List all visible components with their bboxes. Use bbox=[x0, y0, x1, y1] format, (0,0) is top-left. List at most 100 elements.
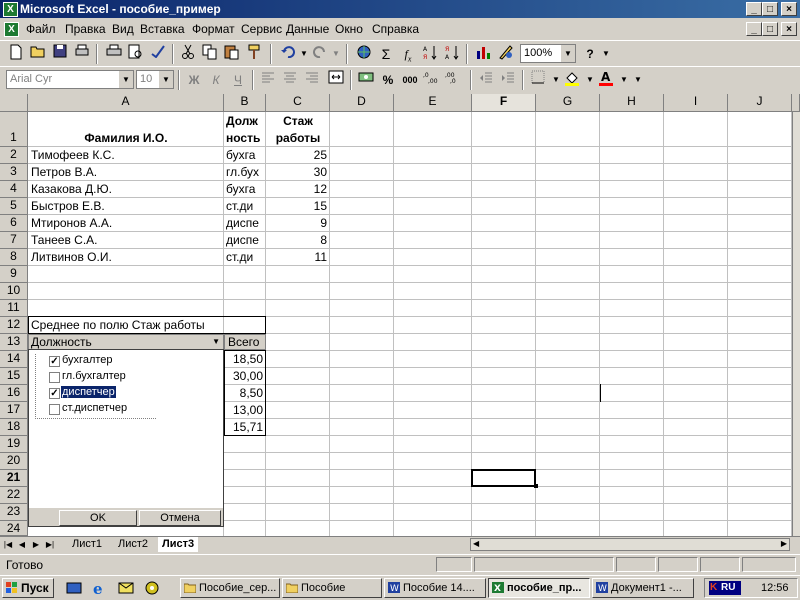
employee-position[interactable]: ст.ди bbox=[226, 198, 264, 214]
employee-position[interactable]: диспе bbox=[226, 215, 264, 231]
media-player-icon[interactable] bbox=[144, 580, 160, 596]
employee-position[interactable]: ст.ди bbox=[226, 249, 264, 265]
employee-position[interactable]: бухга bbox=[226, 147, 264, 163]
active-cell-cursor[interactable] bbox=[471, 469, 536, 487]
cell-a1[interactable]: Фамилия И.О. bbox=[28, 130, 224, 146]
sort-descending-icon[interactable]: ЯA bbox=[442, 44, 462, 64]
row-header-21[interactable]: 21 bbox=[0, 470, 28, 487]
fill-handle[interactable] bbox=[534, 484, 538, 488]
increase-decimal-icon[interactable]: ,0,00 bbox=[422, 70, 442, 90]
employee-position[interactable]: бухга bbox=[226, 181, 264, 197]
select-all-corner[interactable] bbox=[0, 94, 28, 112]
employee-name[interactable]: Петров В.А. bbox=[31, 164, 221, 180]
employee-name[interactable]: Казакова Д.Ю. bbox=[31, 181, 221, 197]
filter-item-label-selected[interactable]: диспетчер bbox=[61, 386, 116, 398]
fill-color-icon[interactable] bbox=[562, 70, 582, 90]
internet-explorer-icon[interactable]: e bbox=[92, 580, 108, 598]
cell-c1-line2[interactable]: работы bbox=[266, 130, 330, 146]
cell-c1-line1[interactable]: Стаж bbox=[266, 113, 330, 129]
filter-item-label[interactable]: гл.бухгалтер bbox=[62, 370, 126, 382]
employee-tenure[interactable]: 30 bbox=[266, 164, 327, 180]
column-header-a[interactable]: A bbox=[28, 94, 224, 112]
chart-wizard-icon[interactable] bbox=[474, 44, 494, 64]
doc-minimize-button[interactable]: _ bbox=[746, 22, 762, 36]
cell-b1-line1[interactable]: Долж bbox=[226, 113, 266, 129]
cancel-button[interactable]: Отмена bbox=[139, 510, 221, 526]
row-header-10[interactable]: 10 bbox=[0, 283, 28, 300]
pivot-value[interactable]: 13,00 bbox=[226, 402, 263, 418]
copy-icon[interactable] bbox=[200, 44, 220, 64]
workbook-icon[interactable]: X bbox=[4, 22, 19, 37]
print-icon[interactable] bbox=[104, 44, 124, 64]
doc-close-button[interactable]: × bbox=[781, 22, 797, 36]
row-header-9[interactable]: 9 bbox=[0, 266, 28, 283]
cut-icon[interactable] bbox=[178, 44, 198, 64]
minimize-button[interactable]: _ bbox=[746, 2, 762, 16]
outlook-icon[interactable] bbox=[118, 580, 134, 596]
close-button[interactable]: × bbox=[781, 2, 797, 16]
format-painter-icon[interactable] bbox=[244, 44, 264, 64]
taskbar-item-word[interactable]: W Документ1 -... bbox=[592, 578, 694, 598]
sort-ascending-icon[interactable]: AЯ bbox=[420, 44, 440, 64]
pivot-title[interactable]: Среднее по полю Стаж работы bbox=[31, 317, 221, 333]
column-header-g[interactable]: G bbox=[536, 94, 600, 112]
menu-view[interactable]: Вид bbox=[112, 22, 134, 36]
print-preview-icon[interactable] bbox=[72, 44, 92, 64]
row-header-15[interactable]: 15 bbox=[0, 368, 28, 385]
ok-button[interactable]: OK bbox=[59, 510, 137, 526]
column-header-c[interactable]: C bbox=[266, 94, 330, 112]
sheet-tab-2[interactable]: Лист2 bbox=[114, 537, 152, 552]
filter-checkbox-checked[interactable]: ✓ bbox=[49, 356, 60, 367]
increase-indent-icon[interactable] bbox=[498, 70, 518, 90]
taskbar-item-word[interactable]: W Пособие 14.... bbox=[384, 578, 486, 598]
toolbar-options-icon[interactable]: ▼ bbox=[628, 70, 648, 90]
menu-file[interactable]: Файл bbox=[26, 22, 56, 36]
chevron-down-icon[interactable]: ▼ bbox=[119, 71, 133, 88]
percent-button[interactable]: % bbox=[378, 70, 398, 90]
last-sheet-icon[interactable]: ▶| bbox=[44, 538, 56, 551]
font-size-combo[interactable]: 10 ▼ bbox=[136, 70, 174, 89]
row-header-4[interactable]: 4 bbox=[0, 181, 28, 198]
row-header-14[interactable]: 14 bbox=[0, 351, 28, 368]
column-header-h[interactable]: H bbox=[600, 94, 664, 112]
decrease-indent-icon[interactable] bbox=[476, 70, 496, 90]
employee-tenure[interactable]: 11 bbox=[266, 249, 327, 265]
paste-icon[interactable] bbox=[222, 44, 242, 64]
row-header-23[interactable]: 23 bbox=[0, 504, 28, 521]
row-header-7[interactable]: 7 bbox=[0, 232, 28, 249]
row-header-1[interactable]: 1 bbox=[0, 112, 28, 147]
menu-help[interactable]: Справка bbox=[372, 22, 419, 36]
employee-tenure[interactable]: 9 bbox=[266, 215, 327, 231]
row-header-3[interactable]: 3 bbox=[0, 164, 28, 181]
italic-button[interactable]: К bbox=[206, 70, 226, 90]
drawing-icon[interactable] bbox=[496, 44, 516, 64]
pivot-grand-total[interactable]: 15,71 bbox=[226, 419, 263, 435]
open-icon[interactable] bbox=[28, 44, 48, 64]
row-header-11[interactable]: 11 bbox=[0, 300, 28, 317]
employee-name[interactable]: Тимофеев К.С. bbox=[31, 147, 221, 163]
align-right-icon[interactable] bbox=[302, 70, 322, 90]
scroll-right-icon[interactable]: ▶ bbox=[781, 539, 787, 548]
employee-tenure[interactable]: 15 bbox=[266, 198, 327, 214]
taskbar-item-folder[interactable]: Пособие_сер... bbox=[180, 578, 280, 598]
show-desktop-icon[interactable] bbox=[66, 580, 82, 596]
pivot-filter-dropdown[interactable]: ✓ бухгалтер гл.бухгалтер ✓ диспетчер ст.… bbox=[28, 349, 224, 527]
sheet-tab-3[interactable]: Лист3 bbox=[158, 537, 199, 552]
toolbar-options-icon[interactable]: ▼ bbox=[596, 44, 616, 64]
spelling-icon[interactable] bbox=[148, 44, 168, 64]
row-header-6[interactable]: 6 bbox=[0, 215, 28, 232]
column-header-i[interactable]: I bbox=[664, 94, 728, 112]
horizontal-scrollbar[interactable]: ◀ ▶ bbox=[470, 538, 790, 551]
pivot-value[interactable]: 8,50 bbox=[226, 385, 263, 401]
row-header-20[interactable]: 20 bbox=[0, 453, 28, 470]
taskbar-item-folder[interactable]: Пособие bbox=[282, 578, 382, 598]
employee-name[interactable]: Литвинов О.И. bbox=[31, 249, 221, 265]
prev-sheet-icon[interactable]: ◀ bbox=[16, 538, 28, 551]
row-header-24[interactable]: 24 bbox=[0, 521, 28, 536]
hyperlink-icon[interactable] bbox=[354, 44, 374, 64]
function-icon[interactable]: fx bbox=[398, 44, 418, 64]
borders-icon[interactable] bbox=[528, 70, 548, 90]
thousands-button[interactable]: 000 bbox=[400, 70, 420, 90]
employee-name[interactable]: Быстров Е.В. bbox=[31, 198, 221, 214]
language-indicator[interactable]: K RU bbox=[709, 581, 741, 595]
